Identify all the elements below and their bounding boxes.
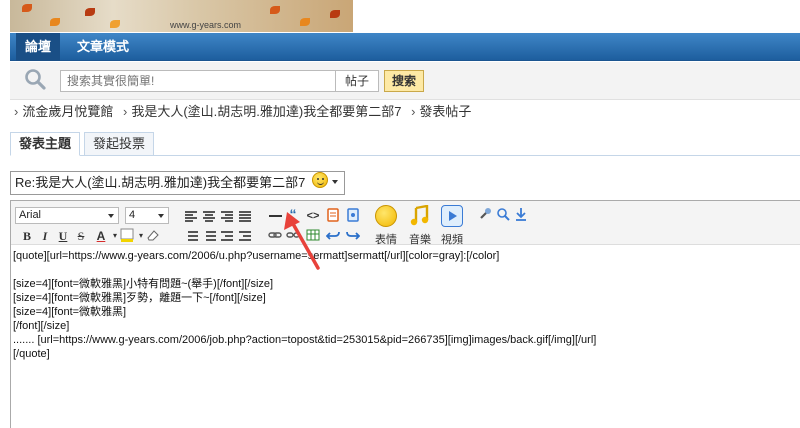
search-type-select[interactable]: 帖子 bbox=[335, 70, 379, 92]
breadcrumb-item-forum[interactable]: 流金歲月悅覽館 bbox=[22, 104, 113, 119]
video-icon[interactable] bbox=[441, 205, 463, 227]
banner-url: www.g-years.com bbox=[170, 20, 242, 30]
search-bar: 帖子 搜索 bbox=[10, 62, 800, 100]
chevron-down-icon bbox=[108, 214, 114, 218]
emoticon-icon[interactable] bbox=[375, 205, 397, 227]
editor-line: [size=4][font=微軟雅黑] bbox=[13, 306, 127, 318]
eraser-icon[interactable] bbox=[145, 228, 161, 244]
leaf-decoration bbox=[50, 18, 60, 26]
underline-button[interactable]: U bbox=[55, 228, 71, 244]
ordered-list-icon[interactable] bbox=[183, 228, 199, 244]
tab-new-poll[interactable]: 發起投票 bbox=[84, 132, 154, 156]
align-left-icon[interactable] bbox=[183, 208, 199, 224]
italic-button[interactable]: I bbox=[37, 228, 53, 244]
site-banner[interactable]: www.g-years.com bbox=[10, 0, 353, 32]
search-input[interactable] bbox=[60, 70, 336, 92]
main-nav: 論壇 文章模式 bbox=[10, 33, 800, 61]
nav-tab-article-mode[interactable]: 文章模式 bbox=[66, 33, 140, 61]
search-button[interactable]: 搜索 bbox=[384, 70, 424, 92]
align-right-icon[interactable] bbox=[219, 208, 235, 224]
leaf-decoration bbox=[110, 20, 120, 28]
chevron-down-icon[interactable] bbox=[332, 180, 338, 184]
leaf-decoration bbox=[300, 18, 310, 26]
code-icon[interactable]: <> bbox=[305, 208, 321, 224]
tab-new-topic[interactable]: 發表主題 bbox=[10, 132, 80, 156]
editor-toolbar: Arial 4 “ <> 表情 音樂 視頻 B I U S A ▾ ▾ bbox=[11, 201, 800, 247]
outdent-icon[interactable] bbox=[219, 228, 235, 244]
free-tag-icon[interactable] bbox=[325, 208, 341, 224]
leaf-decoration bbox=[85, 8, 95, 16]
subject-input[interactable]: Re:我是大人(塗山.胡志明.雅加達)我全都要第二部7 bbox=[10, 171, 345, 195]
indent-icon[interactable] bbox=[237, 228, 253, 244]
breadcrumb: › 流金歲月悅覽館 › 我是大人(塗山.胡志明.雅加達)我全都要第二部7 › 發表帖子 bbox=[14, 102, 477, 122]
editor-line: [size=4][font=微軟雅黑]歹勢，離題一下~[/font][/size… bbox=[13, 292, 266, 304]
leaf-decoration bbox=[22, 4, 32, 12]
editor-line: [quote][url=https://www.g-years.com/2006… bbox=[13, 250, 500, 262]
link-icon[interactable] bbox=[267, 228, 283, 244]
undo-icon[interactable] bbox=[325, 228, 341, 244]
find-replace-icon[interactable] bbox=[495, 207, 511, 223]
editor-line: [/font][/size] bbox=[13, 320, 70, 332]
editor-line: [/quote] bbox=[13, 348, 50, 360]
font-size-value: 4 bbox=[129, 209, 136, 221]
post-tabs: 發表主題 發起投票 bbox=[10, 132, 800, 156]
breadcrumb-separator-icon: › bbox=[411, 104, 416, 119]
align-center-icon[interactable] bbox=[201, 208, 217, 224]
font-size-select[interactable]: 4 bbox=[125, 207, 169, 224]
search-icon bbox=[25, 69, 46, 90]
breadcrumb-item-thread[interactable]: 我是大人(塗山.胡志明.雅加達)我全都要第二部7 bbox=[131, 104, 401, 119]
breadcrumb-separator-icon: › bbox=[14, 104, 19, 119]
breadcrumb-separator-icon: › bbox=[122, 104, 128, 119]
unordered-list-icon[interactable] bbox=[201, 228, 217, 244]
table-icon[interactable] bbox=[305, 228, 321, 244]
nav-tab-forum[interactable]: 論壇 bbox=[16, 33, 60, 61]
strikethrough-button[interactable]: S bbox=[73, 228, 89, 244]
redo-icon[interactable] bbox=[345, 228, 361, 244]
smiley-icon[interactable] bbox=[312, 172, 328, 188]
breadcrumb-item-current: 發表帖子 bbox=[419, 104, 472, 119]
bold-button[interactable]: B bbox=[19, 228, 35, 244]
editor-line: ....... [url=https://www.g-years.com/200… bbox=[13, 334, 597, 346]
editor-textarea[interactable]: [quote][url=https://www.g-years.com/2006… bbox=[11, 247, 800, 363]
download-icon[interactable] bbox=[513, 207, 529, 223]
leaf-decoration bbox=[270, 6, 280, 14]
music-label[interactable]: 音樂 bbox=[409, 231, 431, 247]
video-label[interactable]: 視頻 bbox=[441, 231, 463, 247]
tools-icon[interactable] bbox=[477, 207, 493, 223]
leaf-decoration bbox=[330, 10, 340, 18]
font-family-select[interactable]: Arial bbox=[15, 207, 119, 224]
quote-icon[interactable]: “ bbox=[285, 206, 301, 222]
unlink-icon[interactable] bbox=[285, 228, 301, 244]
justify-icon[interactable] bbox=[237, 208, 253, 224]
font-family-value: Arial bbox=[19, 209, 42, 221]
chevron-down-icon bbox=[158, 214, 164, 218]
hide-content-icon[interactable] bbox=[345, 208, 361, 224]
post-editor: Arial 4 “ <> 表情 音樂 視頻 B I U S A ▾ ▾ [quo… bbox=[10, 200, 800, 428]
editor-line: [size=4][font=微軟雅黑]小特有問題~(舉手)[/font][/si… bbox=[13, 278, 274, 290]
horizontal-rule-icon[interactable] bbox=[267, 208, 283, 224]
music-icon[interactable] bbox=[409, 204, 431, 227]
emoticon-label[interactable]: 表情 bbox=[375, 231, 397, 247]
